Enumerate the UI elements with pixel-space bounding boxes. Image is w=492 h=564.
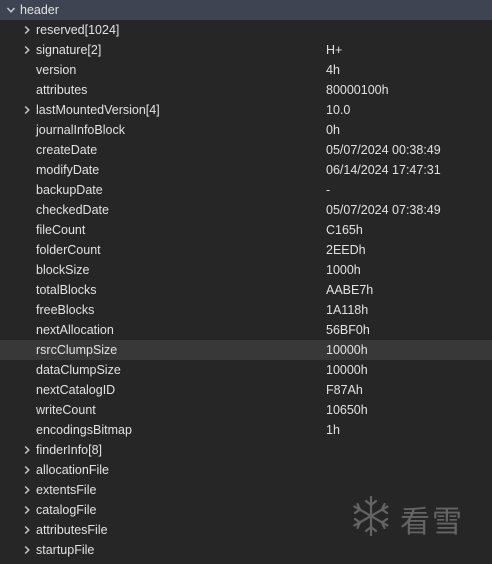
field-name: writeCount: [36, 403, 96, 417]
field-value: 1A118h: [326, 303, 369, 317]
tree-row[interactable]: startupFile: [0, 540, 492, 560]
chevron-right-icon[interactable]: [22, 100, 32, 120]
field-value: H+: [326, 43, 343, 57]
watermark-logo: 看雪: [348, 493, 468, 540]
field-name: version: [36, 63, 77, 77]
field-value: 05/07/2024 07:38:49: [326, 203, 441, 217]
field-name: blockSize: [36, 263, 90, 277]
field-name: rsrcClumpSize: [36, 343, 118, 357]
tree-row[interactable]: nextAllocation 56BF0h: [0, 320, 492, 340]
field-name: nextCatalogID: [36, 383, 116, 397]
chevron-right-icon[interactable]: [22, 20, 32, 40]
tree-row[interactable]: fileCount C165h: [0, 220, 492, 240]
tree-row[interactable]: writeCount 10650h: [0, 400, 492, 420]
field-name: createDate: [36, 143, 98, 157]
chevron-right-icon[interactable]: [22, 440, 32, 460]
field-value: 2EEDh: [326, 243, 366, 257]
field-value: 10.0: [326, 103, 351, 117]
field-value: C165h: [326, 223, 363, 237]
tree-row[interactable]: checkedDate 05/07/2024 07:38:49: [0, 200, 492, 220]
field-name: journalInfoBlock: [36, 123, 125, 137]
tree-row[interactable]: createDate 05/07/2024 00:38:49: [0, 140, 492, 160]
field-name: allocationFile: [36, 463, 109, 477]
field-name: nextAllocation: [36, 323, 114, 337]
field-value: -: [326, 183, 331, 197]
tree-row[interactable]: allocationFile: [0, 460, 492, 480]
field-name: extentsFile: [36, 483, 97, 497]
field-value: 1000h: [326, 263, 361, 277]
chevron-right-icon[interactable]: [22, 460, 32, 480]
tree-row[interactable]: backupDate -: [0, 180, 492, 200]
chevron-right-icon[interactable]: [22, 480, 32, 500]
chevron-right-icon[interactable]: [22, 520, 32, 540]
tree-row[interactable]: reserved[1024]: [0, 20, 492, 40]
tree-row[interactable]: dataClumpSize 10000h: [0, 360, 492, 380]
tree-row[interactable]: freeBlocks 1A118h: [0, 300, 492, 320]
field-name: signature[2]: [36, 43, 102, 57]
tree-row[interactable]: signature[2] H+: [0, 40, 492, 60]
field-name: backupDate: [36, 183, 103, 197]
tree-root-header[interactable]: header: [0, 0, 492, 20]
tree-row[interactable]: lastMountedVersion[4] 10.0: [0, 100, 492, 120]
field-value: 80000100h: [326, 83, 389, 97]
field-name: modifyDate: [36, 163, 100, 177]
field-name: finderInfo[8]: [36, 443, 103, 457]
tree-row[interactable]: rsrcClumpSize 10000h: [0, 340, 492, 360]
field-value: 0h: [326, 123, 340, 137]
field-name: checkedDate: [36, 203, 109, 217]
field-value: 06/14/2024 17:47:31: [326, 163, 441, 177]
field-value: 1h: [326, 423, 340, 437]
field-value: F87Ah: [326, 383, 363, 397]
field-name: attributesFile: [36, 523, 108, 537]
chevron-right-icon[interactable]: [22, 500, 32, 520]
field-name: catalogFile: [36, 503, 97, 517]
field-value: 05/07/2024 00:38:49: [326, 143, 441, 157]
tree-row[interactable]: nextCatalogID F87Ah: [0, 380, 492, 400]
watermark-text: 看雪: [400, 505, 464, 540]
field-name: freeBlocks: [36, 303, 95, 317]
field-name: totalBlocks: [36, 283, 97, 297]
field-value: 10000h: [326, 343, 368, 357]
field-name: encodingsBitmap: [36, 423, 132, 437]
field-name: lastMountedVersion[4]: [36, 103, 160, 117]
field-value: 10650h: [326, 403, 368, 417]
tree-row[interactable]: modifyDate 06/14/2024 17:47:31: [0, 160, 492, 180]
tree-row[interactable]: finderInfo[8]: [0, 440, 492, 460]
field-value: 10000h: [326, 363, 368, 377]
field-name: folderCount: [36, 243, 101, 257]
field-value: 4h: [326, 63, 340, 77]
field-name: dataClumpSize: [36, 363, 121, 377]
field-name: startupFile: [36, 543, 95, 557]
tree-row[interactable]: version 4h: [0, 60, 492, 80]
snowflake-icon: [353, 495, 389, 537]
field-name: reserved[1024]: [36, 23, 120, 37]
chevron-right-icon[interactable]: [22, 40, 32, 60]
chevron-right-icon[interactable]: [22, 540, 32, 560]
tree-row[interactable]: folderCount 2EEDh: [0, 240, 492, 260]
tree-row[interactable]: journalInfoBlock 0h: [0, 120, 492, 140]
tree-row[interactable]: blockSize 1000h: [0, 260, 492, 280]
tree-root-label: header: [20, 3, 59, 17]
structure-tree: header reserved[1024] signature[2] H+ versi…: [0, 0, 492, 560]
field-name: fileCount: [36, 223, 86, 237]
tree-row[interactable]: totalBlocks AABE7h: [0, 280, 492, 300]
field-value: AABE7h: [326, 283, 374, 297]
field-name: attributes: [36, 83, 88, 97]
tree-row[interactable]: attributes 80000100h: [0, 80, 492, 100]
field-value: 56BF0h: [326, 323, 370, 337]
chevron-down-icon[interactable]: [6, 0, 16, 20]
tree-row[interactable]: encodingsBitmap 1h: [0, 420, 492, 440]
